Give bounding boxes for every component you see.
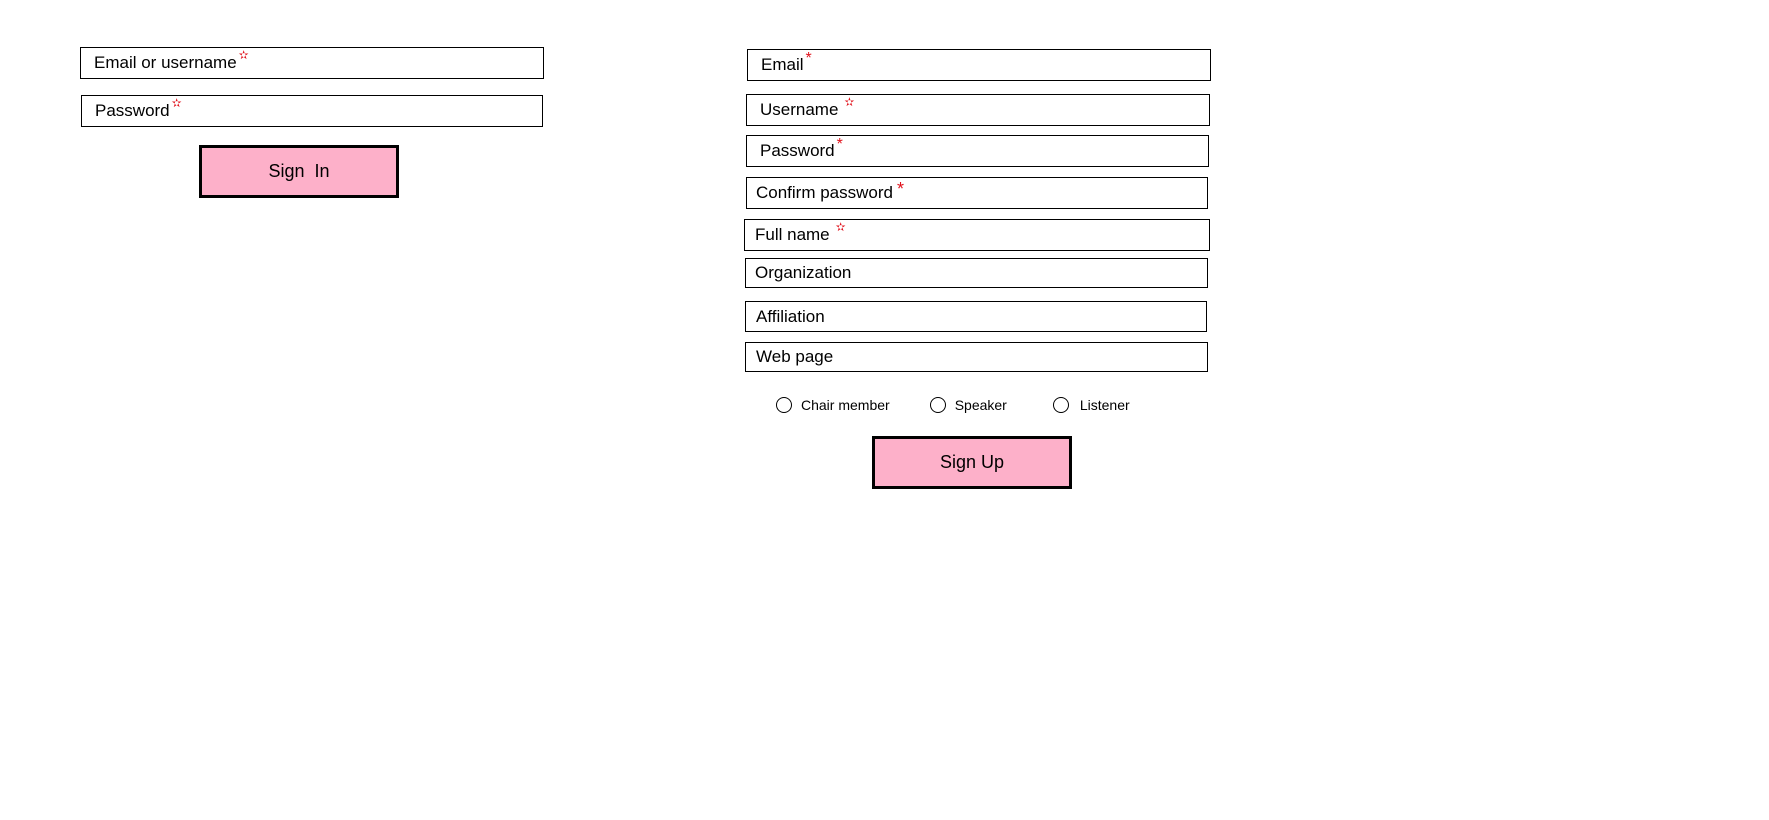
web-page-field[interactable]: Web page: [745, 342, 1208, 372]
required-star-icon: ✫: [844, 95, 855, 109]
required-asterisk-icon: *: [805, 50, 812, 67]
radio-chair-member-label: Chair member: [801, 397, 890, 413]
confirm-password-label: Confirm password: [756, 183, 893, 202]
signup-password-label: Password: [760, 141, 835, 160]
full-name-label: Full name: [755, 225, 830, 244]
radio-listener-label: Listener: [1079, 397, 1130, 413]
sign-in-button[interactable]: Sign In: [199, 145, 399, 198]
required-asterisk-icon: *: [897, 178, 905, 199]
required-star-icon: ✫: [238, 48, 249, 62]
confirm-password-field[interactable]: Confirm password *: [746, 177, 1208, 209]
email-or-username-field[interactable]: Email or username ✫: [80, 47, 544, 79]
full-name-field[interactable]: Full name ✫: [744, 219, 1210, 251]
radio-button-icon[interactable]: [776, 397, 792, 413]
radio-speaker-label: Speaker: [954, 397, 1007, 413]
organization-label: Organization: [755, 263, 852, 282]
signup-password-field[interactable]: Password *: [746, 135, 1209, 167]
signin-password-label: Password: [95, 101, 170, 120]
email-or-username-label: Email or username: [94, 53, 237, 72]
radio-listener[interactable]: Listener: [1052, 397, 1130, 413]
email-label: Email: [761, 55, 804, 74]
organization-field[interactable]: Organization: [745, 258, 1208, 288]
required-star-icon: ✫: [171, 96, 182, 110]
sign-up-button[interactable]: Sign Up: [872, 436, 1072, 489]
role-radio-group: Chair member Speaker Listener: [776, 397, 1130, 413]
radio-button-icon[interactable]: [929, 397, 946, 413]
affiliation-field[interactable]: Affiliation: [745, 301, 1207, 332]
radio-chair-member[interactable]: Chair member: [776, 397, 890, 413]
email-field[interactable]: Email *: [747, 49, 1211, 81]
web-page-label: Web page: [756, 347, 834, 366]
required-asterisk-icon: *: [836, 136, 843, 153]
required-star-icon: ✫: [835, 220, 846, 234]
affiliation-label: Affiliation: [756, 306, 825, 326]
username-label: Username: [760, 100, 839, 119]
radio-button-icon[interactable]: [1052, 397, 1069, 413]
username-field[interactable]: Username ✫: [746, 94, 1210, 126]
radio-speaker[interactable]: Speaker: [929, 397, 1007, 413]
signin-password-field[interactable]: Password ✫: [81, 95, 543, 127]
